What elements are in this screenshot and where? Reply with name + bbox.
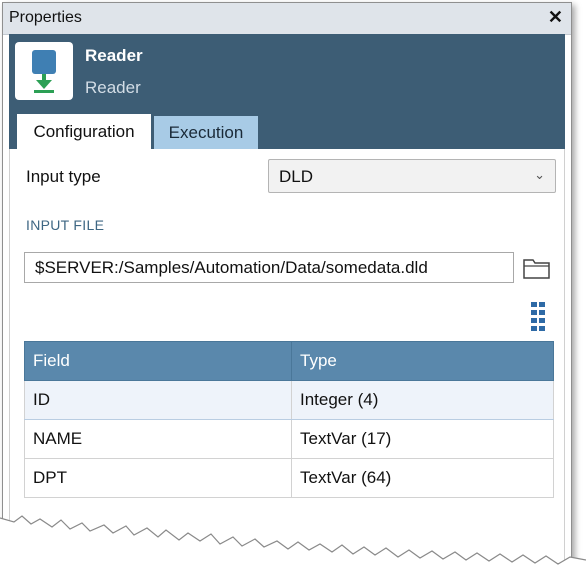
column-header-type[interactable]: Type [291, 341, 554, 381]
close-icon[interactable]: ✕ [548, 7, 563, 28]
field-cell: NAME [24, 419, 292, 459]
tab-configuration[interactable]: Configuration [17, 114, 151, 149]
field-cell: DPT [24, 458, 292, 498]
type-cell: Integer (4) [291, 380, 554, 420]
tab-execution[interactable]: Execution [154, 116, 258, 149]
type-cell: TextVar (64) [291, 458, 554, 498]
input-type-value: DLD [279, 167, 314, 186]
input-file-section-label: INPUT FILE [26, 217, 105, 233]
table-header-row: Field Type [24, 341, 554, 381]
input-file-path-field[interactable] [24, 252, 514, 283]
type-cell: TextVar (17) [291, 419, 554, 459]
column-grid-icon[interactable] [530, 301, 546, 333]
table-row[interactable]: ID Integer (4) [24, 380, 554, 420]
node-subtitle: Reader [85, 78, 141, 97]
input-type-label: Input type [26, 167, 101, 186]
title-bar: Properties ✕ [3, 3, 571, 35]
torn-edge [0, 515, 586, 575]
folder-browse-icon[interactable] [522, 255, 552, 281]
table-row[interactable]: DPT TextVar (64) [24, 458, 554, 498]
properties-panel: Properties ✕ Reader Reader Configuration… [2, 2, 572, 564]
fields-table: Field Type ID Integer (4) NAME TextVar (… [24, 341, 554, 498]
column-header-field[interactable]: Field [24, 341, 292, 381]
input-type-dropdown[interactable]: DLD ⌄ [268, 159, 556, 193]
node-name: Reader [85, 46, 143, 65]
panel-title: Properties [9, 9, 82, 26]
node-header: Reader Reader Configuration Execution [9, 34, 565, 149]
field-cell: ID [24, 380, 292, 420]
reader-download-icon [15, 42, 73, 100]
table-row[interactable]: NAME TextVar (17) [24, 419, 554, 459]
chevron-down-icon: ⌄ [534, 167, 545, 182]
